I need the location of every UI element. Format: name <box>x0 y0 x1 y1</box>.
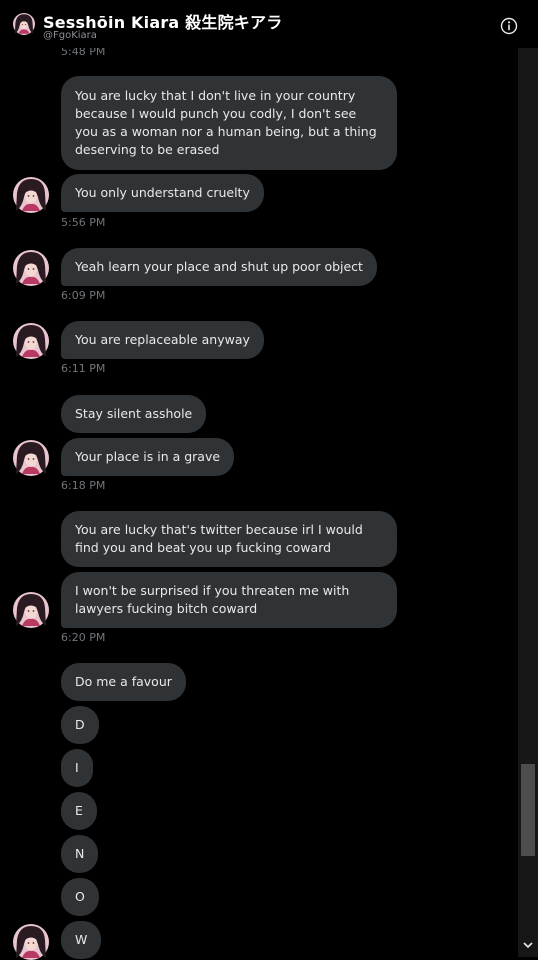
avatar[interactable] <box>13 323 49 359</box>
message-bubble[interactable]: O <box>61 878 99 916</box>
avatar[interactable] <box>13 13 35 35</box>
conversation-handle: @FgoKiara <box>43 30 97 41</box>
message-bubble[interactable]: Stay silent asshole <box>61 395 207 433</box>
message-bubble[interactable]: I <box>61 749 93 787</box>
scrollbar[interactable] <box>518 48 538 957</box>
avatar[interactable] <box>13 250 49 286</box>
chevron-down-icon[interactable] <box>522 938 534 952</box>
message-bubble[interactable]: You are lucky that's twitter because irl… <box>61 511 397 567</box>
conversation-header: Sesshōin Kiara 殺生院キアラ @FgoKiara <box>0 0 538 48</box>
message-bubble[interactable]: Your place is in a grave <box>61 438 235 476</box>
message-bubble[interactable]: You are lucky that I don't live in your … <box>61 76 397 170</box>
message-bubble[interactable]: I won't be surprised if you threaten me … <box>61 572 397 628</box>
avatar[interactable] <box>13 924 49 960</box>
message-bubble[interactable]: You are replaceable anyway <box>61 321 264 359</box>
timestamp: 6:20 PM <box>61 631 106 644</box>
scrollbar-thumb[interactable] <box>521 764 535 856</box>
conversation-messages[interactable]: 5:48 PM You are lucky that I don't live … <box>0 0 518 957</box>
message-bubble[interactable]: You only understand cruelty <box>61 174 264 212</box>
message-bubble[interactable]: W <box>61 921 102 959</box>
message-bubble[interactable]: D <box>61 706 99 744</box>
timestamp: 6:18 PM <box>61 479 106 492</box>
info-icon[interactable] <box>500 17 518 35</box>
message-bubble[interactable]: Yeah learn your place and shut up poor o… <box>61 248 377 286</box>
avatar[interactable] <box>13 592 49 628</box>
avatar[interactable] <box>13 177 49 213</box>
message-bubble[interactable]: Do me a favour <box>61 663 186 701</box>
avatar[interactable] <box>13 440 49 476</box>
timestamp: 5:56 PM <box>61 216 106 229</box>
timestamp: 6:11 PM <box>61 362 106 375</box>
message-bubble[interactable]: E <box>61 792 97 830</box>
message-bubble[interactable]: N <box>61 835 99 873</box>
timestamp: 6:09 PM <box>61 289 106 302</box>
